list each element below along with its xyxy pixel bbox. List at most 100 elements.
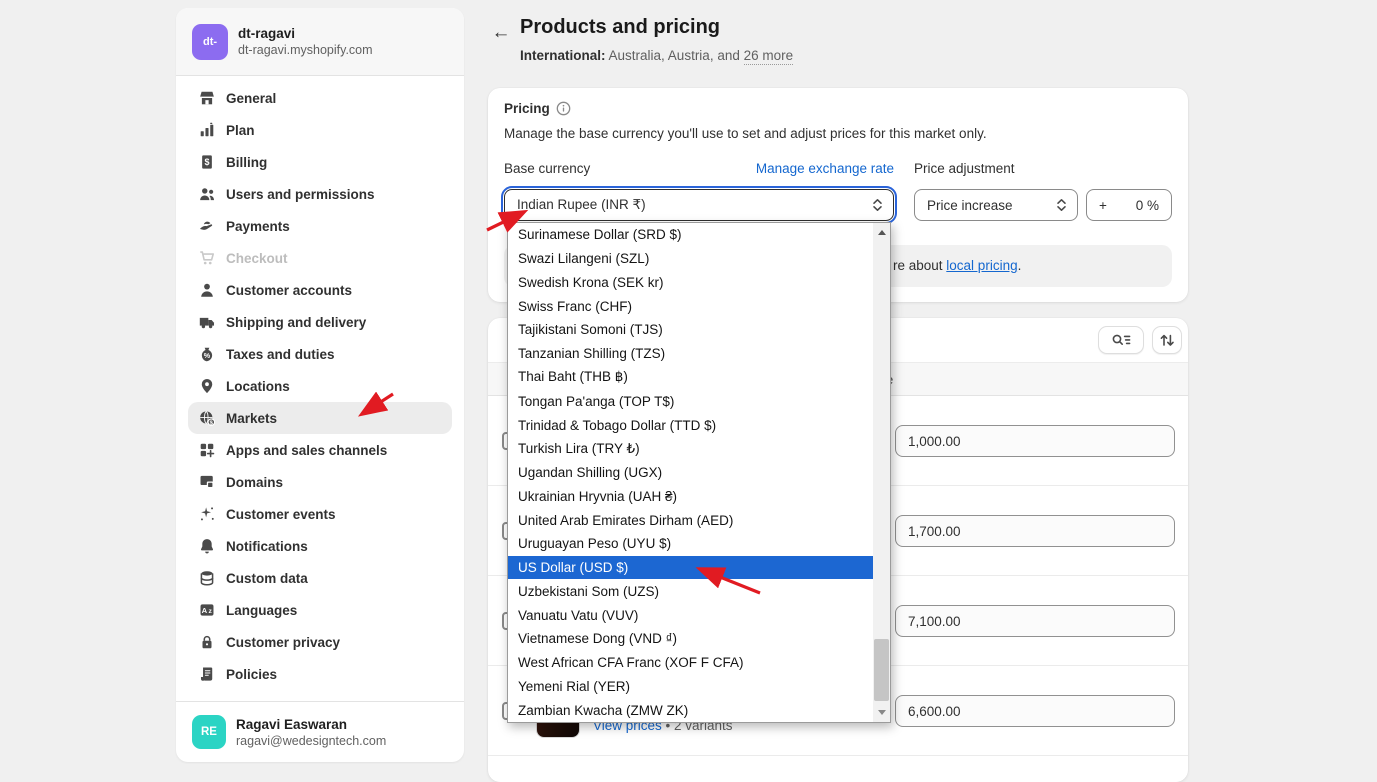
domains-icon — [198, 473, 216, 491]
scrollbar-thumb[interactable] — [874, 639, 889, 701]
adjustment-type-select[interactable]: Price increase — [914, 189, 1078, 221]
market-name-label: International: — [520, 48, 606, 63]
database-icon — [198, 569, 216, 587]
scroll-up-button[interactable] — [873, 224, 890, 241]
currency-option[interactable]: Uzbekistani Som (UZS) — [508, 579, 873, 603]
spark-icon — [198, 505, 216, 523]
currency-option[interactable]: Ugandan Shilling (UGX) — [508, 461, 873, 485]
local-pricing-link[interactable]: local pricing — [946, 258, 1017, 273]
store-icon — [198, 89, 216, 107]
sidebar-item-shipping-and-delivery[interactable]: Shipping and delivery — [188, 306, 452, 338]
sidebar-item-taxes-and-duties[interactable]: Taxes and duties — [188, 338, 452, 370]
sidebar-item-billing[interactable]: Billing — [188, 146, 452, 178]
sidebar-item-general[interactable]: General — [188, 82, 452, 114]
policy-icon — [198, 665, 216, 683]
sidebar-item-users-and-permissions[interactable]: Users and permissions — [188, 178, 452, 210]
currency-option[interactable]: Swiss Franc (CHF) — [508, 294, 873, 318]
currency-option[interactable]: Tanzanian Shilling (TZS) — [508, 342, 873, 366]
currency-dropdown: Surinamese Dollar (SRD $)Swazi Lilangeni… — [507, 222, 891, 723]
sidebar-item-policies[interactable]: Policies — [188, 658, 452, 690]
currency-option[interactable]: Surinamese Dollar (SRD $) — [508, 223, 873, 247]
currency-option[interactable]: Tajikistani Somoni (TJS) — [508, 318, 873, 342]
cart-icon — [198, 249, 216, 267]
sidebar-item-customer-accounts[interactable]: Customer accounts — [188, 274, 452, 306]
sidebar-item-notifications[interactable]: Notifications — [188, 530, 452, 562]
price-input[interactable] — [895, 695, 1175, 727]
search-filter-button[interactable] — [1098, 326, 1144, 354]
sort-icon — [1158, 331, 1176, 349]
more-countries-link[interactable]: 26 more — [744, 48, 794, 65]
sidebar-item-checkout[interactable]: Checkout — [188, 242, 452, 274]
scroll-down-button[interactable] — [873, 704, 890, 721]
currency-option[interactable]: Swedish Krona (SEK kr) — [508, 271, 873, 295]
manage-exchange-rate-link[interactable]: Manage exchange rate — [756, 161, 894, 176]
store-domain: dt-ragavi.myshopify.com — [238, 42, 373, 58]
user-footer: RE Ragavi Easwaran ragavi@wedesigntech.c… — [176, 701, 464, 762]
sidebar-item-label: Notifications — [226, 539, 308, 554]
pricing-description: Manage the base currency you'll use to s… — [504, 126, 987, 141]
info-icon[interactable] — [556, 101, 571, 116]
taxes-icon — [198, 345, 216, 363]
price-adjustment-label: Price adjustment — [914, 161, 1015, 176]
page-subtitle: International: Australia, Austria, and 2… — [520, 48, 793, 63]
sidebar-item-customer-events[interactable]: Customer events — [188, 498, 452, 530]
lock-icon — [198, 633, 216, 651]
currency-option[interactable]: Zambian Kwacha (ZMW ZK) — [508, 698, 873, 722]
price-input[interactable] — [895, 425, 1175, 457]
currency-option[interactable]: Ukrainian Hryvnia (UAH ₴) — [508, 484, 873, 508]
sidebar-item-plan[interactable]: Plan — [188, 114, 452, 146]
sidebar-item-apps-and-sales-channels[interactable]: Apps and sales channels — [188, 434, 452, 466]
currency-option[interactable]: Thai Baht (THB ฿) — [508, 366, 873, 390]
price-input[interactable] — [895, 515, 1175, 547]
currency-option[interactable]: United Arab Emirates Dirham (AED) — [508, 508, 873, 532]
sidebar-item-label: Customer accounts — [226, 283, 352, 298]
sidebar-item-label: Locations — [226, 379, 290, 394]
sidebar-item-label: Policies — [226, 667, 277, 682]
chart-icon — [198, 121, 216, 139]
settings-sidebar: dt- dt-ragavi dt-ragavi.myshopify.com Ge… — [176, 8, 464, 762]
user-email: ragavi@wedesigntech.com — [236, 733, 386, 749]
currency-option-selected[interactable]: US Dollar (USD $) — [508, 556, 873, 580]
sort-button[interactable] — [1152, 326, 1182, 354]
base-currency-value: Indian Rupee (INR ₹) — [517, 197, 646, 213]
currency-option[interactable]: Trinidad & Tobago Dollar (TTD $) — [508, 413, 873, 437]
sidebar-item-label: Apps and sales channels — [226, 443, 387, 458]
sidebar-item-label: General — [226, 91, 276, 106]
sidebar-item-payments[interactable]: Payments — [188, 210, 452, 242]
store-avatar: dt- — [192, 24, 228, 60]
sidebar-item-label: Billing — [226, 155, 267, 170]
back-button[interactable]: ← — [486, 18, 516, 48]
currency-option[interactable]: Vietnamese Dong (VND ₫) — [508, 627, 873, 651]
adjustment-percent-input[interactable]: + 0 % — [1086, 189, 1172, 221]
sidebar-item-label: Custom data — [226, 571, 308, 586]
base-currency-select[interactable]: Indian Rupee (INR ₹) — [504, 189, 894, 221]
adjustment-value: 0 % — [1136, 198, 1159, 213]
pricing-card-title: Pricing — [504, 101, 550, 116]
sidebar-item-markets[interactable]: Markets — [188, 402, 452, 434]
sidebar-item-customer-privacy[interactable]: Customer privacy — [188, 626, 452, 658]
currency-option[interactable]: Uruguayan Peso (UYU $) — [508, 532, 873, 556]
currency-option[interactable]: Swazi Lilangeni (SZL) — [508, 247, 873, 271]
store-header: dt- dt-ragavi dt-ragavi.myshopify.com — [176, 8, 464, 76]
currency-option[interactable]: Turkish Lira (TRY ₺) — [508, 437, 873, 461]
truck-icon — [198, 313, 216, 331]
settings-nav: General Plan Billing Users and permissio… — [176, 76, 464, 701]
sidebar-item-label: Payments — [226, 219, 290, 234]
banner-period: . — [1018, 258, 1022, 273]
person-icon — [198, 281, 216, 299]
sidebar-item-locations[interactable]: Locations — [188, 370, 452, 402]
user-avatar: RE — [192, 715, 226, 749]
currency-option[interactable]: Yemeni Rial (YER) — [508, 675, 873, 699]
sidebar-item-domains[interactable]: Domains — [188, 466, 452, 498]
sidebar-item-label: Checkout — [226, 251, 288, 266]
sidebar-item-custom-data[interactable]: Custom data — [188, 562, 452, 594]
currency-option[interactable]: Tongan Pa'anga (TOP T$) — [508, 389, 873, 413]
sidebar-item-label: Customer events — [226, 507, 336, 522]
dropdown-scrollbar[interactable] — [873, 223, 890, 722]
sidebar-item-languages[interactable]: Languages — [188, 594, 452, 626]
currency-option[interactable]: West African CFA Franc (XOF F CFA) — [508, 651, 873, 675]
triangle-up-icon — [878, 230, 886, 235]
price-input[interactable] — [895, 605, 1175, 637]
store-name: dt-ragavi — [238, 25, 373, 42]
currency-option[interactable]: Vanuatu Vatu (VUV) — [508, 603, 873, 627]
